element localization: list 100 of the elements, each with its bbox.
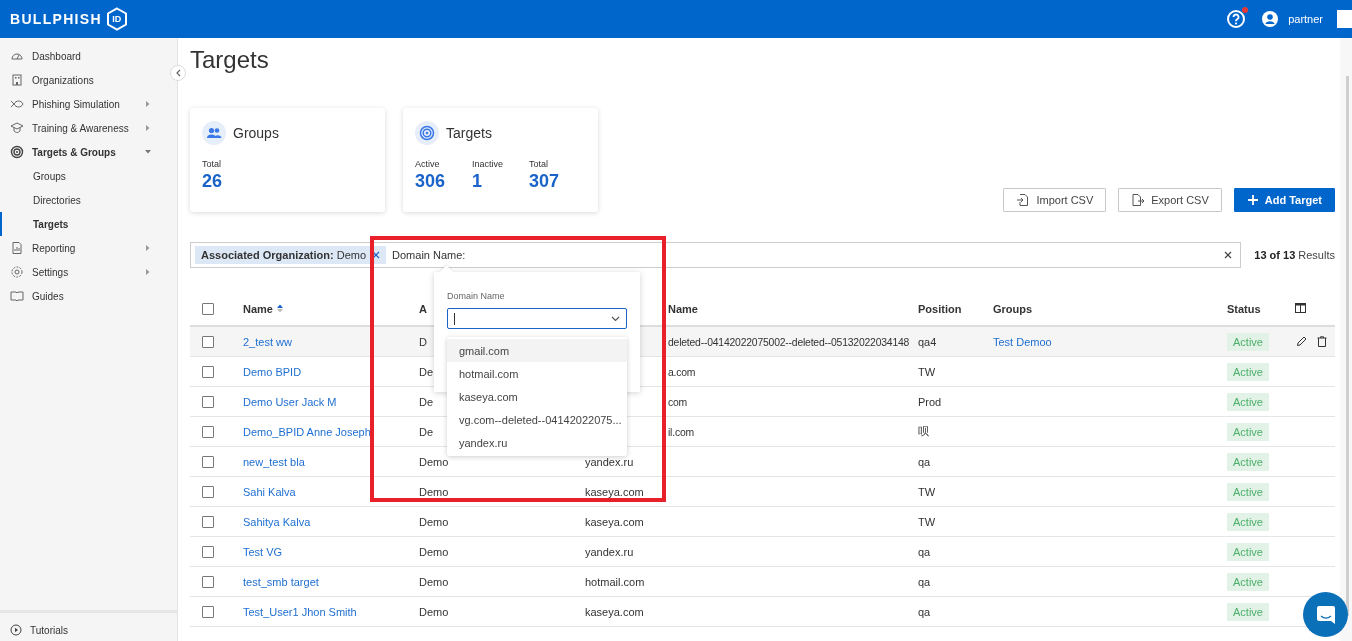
stat-label: Total [529,159,549,169]
user-name[interactable]: partner [1288,13,1323,25]
column-header[interactable]: Name [243,302,419,315]
organization-cell: Demo [419,515,449,528]
target-name-link[interactable]: test_smb target [243,575,319,588]
sidebar-item[interactable]: Targets & Groups [0,140,166,164]
collapse-sidebar-button[interactable] [170,65,186,81]
target-name-link[interactable]: Test_User1 Jhon Smith [243,605,357,618]
sidebar-item[interactable]: Dashboard [0,44,166,68]
status-badge: Active [1227,572,1269,591]
logo-wordmark: BULLPHISH [10,11,102,27]
domain-cell: com [668,396,688,408]
menu-item-icon [10,241,24,255]
dropdown-option[interactable]: kaseya.com [447,385,627,408]
dropdown-option[interactable]: vg.com--deleted--04142022075... [447,408,627,431]
sidebar-footer-item[interactable]: Tutorials [0,610,177,641]
stat-label: Total [202,159,222,169]
target-name-link[interactable]: Demo User Jack M [243,395,337,408]
sidebar-item[interactable]: Settings [0,260,166,284]
sidebar-item[interactable]: Reporting [0,236,166,260]
position-cell: Prod [918,395,942,408]
column-header: Status [1227,302,1262,315]
filter-chip[interactable]: Associated Organization: Demo [195,246,387,264]
menu-item-icon [10,145,24,159]
dropdown-option[interactable]: yandex.ru [447,431,627,454]
domain-select-field[interactable] [447,308,627,329]
filter-field[interactable]: Associated Organization: Demo Domain Name: [190,242,1242,268]
card-title: Targets [446,125,492,141]
organization-cell: De [419,425,434,438]
row-checkbox[interactable] [202,515,214,528]
position-cell: qa [918,605,931,618]
stat-value: 307 [529,171,561,192]
add-target-button[interactable]: Add Target [1233,188,1335,212]
clear-icon [1224,251,1233,259]
target-name-link[interactable]: new_test bla [243,455,305,468]
sidebar-subitem[interactable]: Directories [0,188,166,212]
stat-value: 26 [202,171,224,192]
row-checkbox[interactable] [202,425,214,438]
target-icon [415,121,439,145]
organization-cell: De [419,395,434,408]
organization-cell: D [419,335,427,348]
select-all-checkbox[interactable] [202,302,214,315]
row-checkbox[interactable] [202,485,214,498]
domain-cell: deleted--04142022075002--deleted--05132022034148 [668,336,910,348]
organization-cell: Demo [419,575,449,588]
page-title: Targets [190,46,270,74]
chevron-left-icon [175,69,181,77]
target-name-link[interactable]: Test VG [243,545,283,558]
column-header: A [419,302,428,315]
stat-label: Active [415,159,441,169]
sidebar-item[interactable]: Phishing Simulation [0,92,166,116]
column-header: Name [667,302,699,315]
domain-cell: hotmail.com [585,575,645,588]
help-icon[interactable] [1226,9,1247,29]
status-badge: Active [1227,512,1269,531]
stat-value: 1 [472,171,483,192]
target-name-link[interactable]: Demo_BPID Anne Joseph [243,425,371,438]
status-badge: Active [1227,332,1269,351]
export-csv-button[interactable]: Export CSV [1118,188,1222,212]
row-checkbox[interactable] [202,545,214,558]
sidebar-subitem[interactable]: Groups [0,164,166,188]
user-avatar-icon [1262,11,1279,27]
menu-item-icon [10,97,24,111]
sidebar-item[interactable]: Guides [0,284,166,308]
domain-cell: kaseya.com [585,515,644,528]
menu-item-icon [10,289,24,303]
target-name-link[interactable]: Sahi Kalva [243,485,296,498]
position-cell: TW [918,365,936,378]
import-csv-button[interactable]: Import CSV [1003,188,1107,212]
target-name-link[interactable]: 2_test ww [243,335,292,348]
sidebar-item[interactable]: Organizations [0,68,166,92]
status-badge: Active [1227,602,1269,621]
sidebar-item[interactable]: Training & Awareness [0,116,166,140]
scrollbar[interactable] [1340,38,1352,641]
position-cell: qa [918,455,931,468]
target-name-link[interactable]: Demo BPID [243,365,302,378]
domain-cell: a.com [668,366,696,378]
sort-icon [276,304,283,313]
row-checkbox[interactable] [202,605,214,618]
pencil-icon[interactable] [1296,336,1307,347]
target-name-link[interactable]: Sahitya Kalva [243,515,311,528]
column-header: Position [918,302,963,315]
position-cell: TW [918,485,936,498]
chat-button[interactable] [1303,592,1348,637]
row-checkbox[interactable] [202,575,214,588]
group-link[interactable]: Test Demoo [993,335,1052,348]
status-badge: Active [1227,482,1269,501]
row-checkbox[interactable] [202,395,214,408]
position-cell: 呗 [918,425,929,437]
status-badge: Active [1227,362,1269,381]
file-export-icon [1131,193,1146,207]
columns-icon[interactable] [1295,302,1306,313]
row-checkbox[interactable] [202,455,214,468]
dropdown-option[interactable]: hotmail.com [447,362,627,385]
logo-badge: ID [105,7,128,31]
sidebar-subitem[interactable]: Targets [0,212,166,236]
row-checkbox[interactable] [202,365,214,378]
dropdown-option[interactable]: gmail.com [447,339,627,362]
trash-icon[interactable] [1317,336,1327,347]
row-checkbox[interactable] [202,335,214,348]
